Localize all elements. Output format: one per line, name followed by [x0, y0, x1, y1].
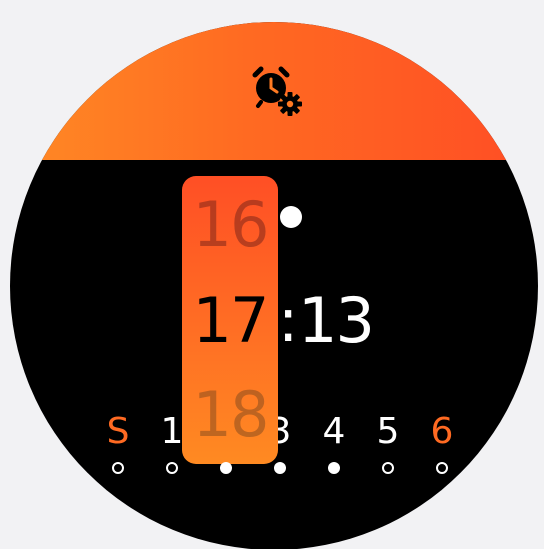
- hour-previous[interactable]: 16: [182, 190, 278, 260]
- watch-face: S 1 2 3 4 5 6 16 17 18 : 13: [10, 22, 538, 549]
- bezel-mark: [57, 89, 87, 123]
- day-dot-2: [220, 462, 232, 474]
- hour-next[interactable]: 18: [182, 380, 278, 450]
- weekday-selection-dots: [10, 462, 538, 476]
- day-dot-sunday: [112, 462, 124, 474]
- day-dot-5: [382, 462, 394, 474]
- weekday-5[interactable]: 5: [368, 412, 408, 452]
- screen: S 1 2 3 4 5 6 16 17 18 : 13: [0, 0, 544, 549]
- minute-value[interactable]: 13: [298, 286, 388, 356]
- day-dot-1: [166, 462, 178, 474]
- weekday-sunday[interactable]: S: [98, 412, 138, 452]
- day-dot-6: [436, 462, 448, 474]
- alarm-clock-gear-icon[interactable]: [246, 60, 308, 122]
- day-dot-4: [328, 462, 340, 474]
- day-dot-3: [274, 462, 286, 474]
- alarm-header-banner[interactable]: [10, 22, 538, 160]
- scroll-indicator-dot: [280, 206, 302, 228]
- weekday-4[interactable]: 4: [314, 412, 354, 452]
- time-separator: :: [278, 286, 299, 356]
- hour-selected[interactable]: 17: [182, 286, 278, 356]
- weekday-6[interactable]: 6: [422, 412, 462, 452]
